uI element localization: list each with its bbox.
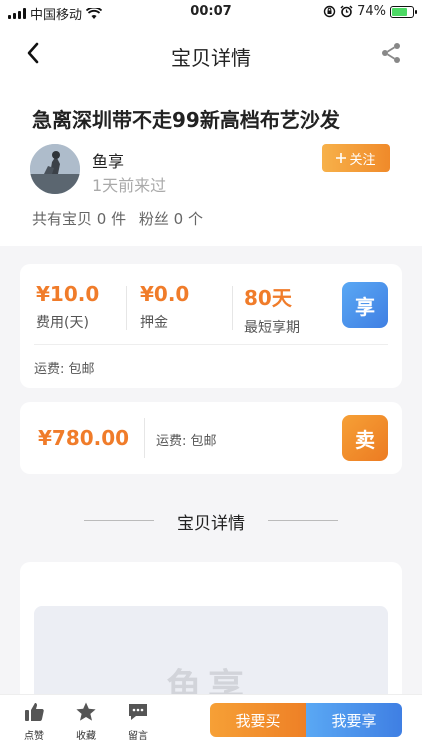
section-title: 宝贝详情 xyxy=(177,514,245,534)
shipping-label: 运费: xyxy=(34,362,65,377)
sell-action-button[interactable]: 卖 xyxy=(342,415,388,461)
shipping-value: 包邮 xyxy=(190,434,217,449)
battery-percent: 74% xyxy=(357,4,386,19)
battery-level xyxy=(392,7,407,16)
item-title: 急离深圳带不走99新高档布艺沙发 xyxy=(32,108,340,132)
min-period-block: 80天 最短享期 xyxy=(244,282,300,337)
items-count: 共有宝贝 0 件 xyxy=(32,210,127,228)
shipping-label: 运费: xyxy=(156,434,187,449)
divider xyxy=(34,344,388,345)
divider xyxy=(126,286,127,330)
avatar[interactable] xyxy=(30,144,80,194)
share-button[interactable] xyxy=(376,38,406,68)
detail-section-heading: 宝贝详情 xyxy=(0,508,422,534)
rent-shipping: 运费: 包邮 xyxy=(34,358,95,377)
plus-icon xyxy=(336,153,347,163)
thumb-up-icon xyxy=(25,703,44,721)
min-period-label: 最短享期 xyxy=(244,320,300,336)
item-info: 急离深圳带不走99新高档布艺沙发 鱼享 1天前来过 关注 共有宝贝 0 件 粉丝… xyxy=(0,86,422,246)
shipping-value: 包邮 xyxy=(68,362,95,377)
follow-label: 关注 xyxy=(349,152,376,168)
follow-button[interactable]: 关注 xyxy=(322,144,390,172)
divider xyxy=(268,520,338,521)
seller-stats: 共有宝贝 0 件 粉丝 0 个 xyxy=(32,208,211,229)
divider xyxy=(232,286,233,330)
star-icon xyxy=(76,702,96,721)
bottom-bar: 点赞 收藏 留言 我要买 我要享 xyxy=(0,694,422,750)
seller-name[interactable]: 鱼享 xyxy=(92,148,124,172)
fans-count: 粉丝 0 个 xyxy=(138,210,203,228)
deposit-label: 押金 xyxy=(140,315,168,331)
fee-block: ¥10.0 费用(天) xyxy=(36,282,99,332)
comment-button[interactable]: 留言 xyxy=(118,701,158,742)
status-right: 74% xyxy=(323,4,417,19)
comment-icon xyxy=(129,704,147,720)
like-button[interactable]: 点赞 xyxy=(14,701,54,742)
avatar-image xyxy=(30,144,80,194)
fee-value: ¥10.0 xyxy=(36,282,100,306)
orientation-lock-icon xyxy=(323,5,336,18)
min-period-value: 80天 xyxy=(244,286,292,310)
share-icon xyxy=(382,43,400,63)
sell-shipping: 运费: 包邮 xyxy=(156,430,217,449)
deposit-block: ¥0.0 押金 xyxy=(140,282,189,332)
alarm-icon xyxy=(340,5,353,18)
rent-button[interactable]: 我要享 xyxy=(306,703,402,737)
deposit-value: ¥0.0 xyxy=(140,282,190,306)
fee-label: 费用(天) xyxy=(36,315,89,331)
rent-action-button[interactable]: 享 xyxy=(342,282,388,328)
page-title: 宝贝详情 xyxy=(171,46,251,70)
buy-button[interactable]: 我要买 xyxy=(210,703,306,737)
battery-icon xyxy=(390,5,417,18)
favorite-label: 收藏 xyxy=(76,731,96,742)
comment-label: 留言 xyxy=(128,731,148,742)
rent-card: ¥10.0 费用(天) ¥0.0 押金 80天 最短享期 享 运费: 包邮 xyxy=(20,264,402,388)
divider xyxy=(144,418,145,458)
status-bar: 中国移动 00:07 74% xyxy=(0,0,422,24)
favorite-button[interactable]: 收藏 xyxy=(66,701,106,742)
like-label: 点赞 xyxy=(24,731,44,742)
nav-bar: 宝贝详情 xyxy=(0,24,422,86)
sell-card: ¥780.00 运费: 包邮 卖 xyxy=(20,402,402,474)
seller-last-seen: 1天前来过 xyxy=(92,176,167,195)
sell-price: ¥780.00 xyxy=(38,426,130,450)
